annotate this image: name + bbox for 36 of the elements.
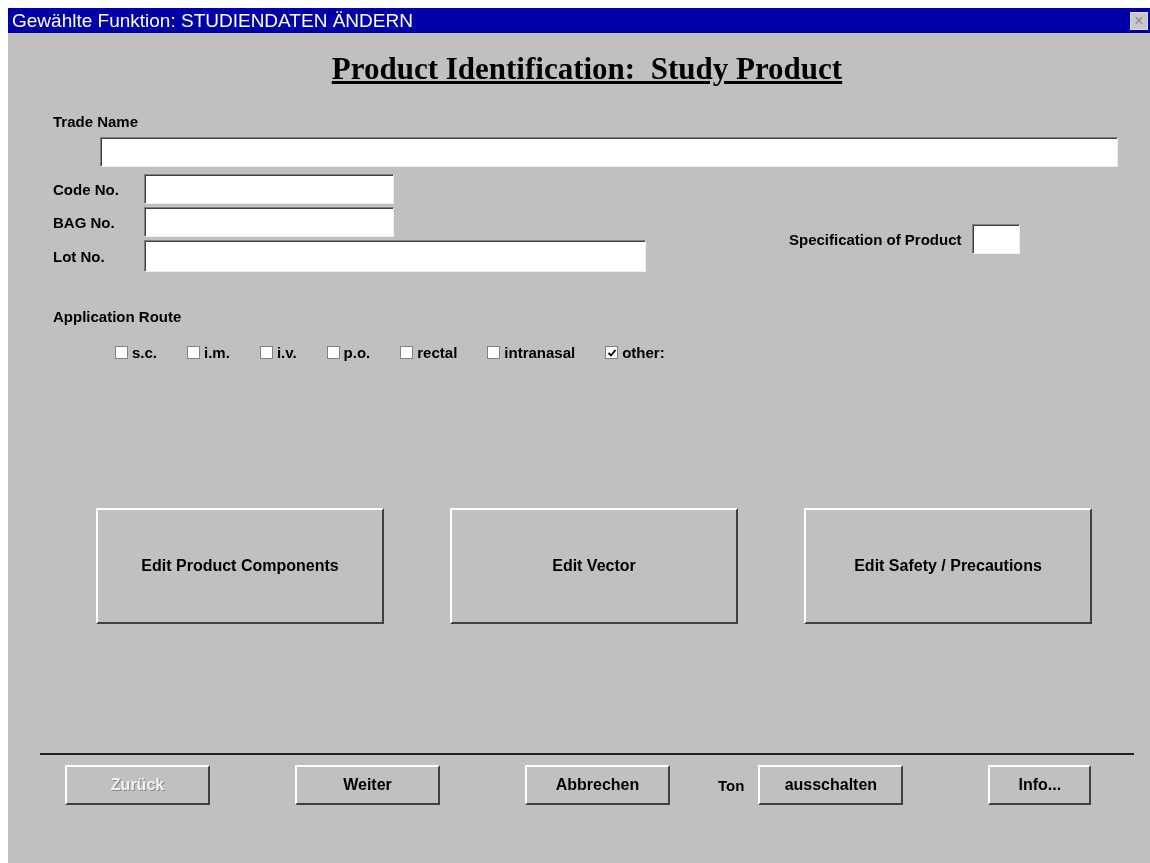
- field-label: Trade Name: [53, 113, 139, 130]
- input-field[interactable]: [144, 174, 394, 204]
- page-heading: Product Identification: Study Product: [330, 51, 844, 87]
- checkbox[interactable]: [605, 346, 619, 359]
- checkbox-label: s.c.: [132, 344, 158, 361]
- checkbox[interactable]: [326, 346, 340, 359]
- input-field[interactable]: [144, 240, 646, 272]
- checkbox-label: intranasal: [504, 344, 576, 361]
- field-label: Lot No.: [53, 247, 106, 265]
- action-button[interactable]: Edit Vector: [450, 508, 738, 624]
- checkbox[interactable]: [187, 346, 201, 359]
- checkbox-label: other:: [622, 344, 665, 361]
- input-field[interactable]: [144, 207, 394, 237]
- window-title: Gewählte Funktion: STUDIENDATEN ÄNDERN: [12, 9, 413, 32]
- checkbox-label: rectal: [417, 344, 458, 361]
- section-label: Application Route: [53, 308, 182, 325]
- checkbox[interactable]: [259, 346, 273, 359]
- field-label: Code No.: [53, 180, 120, 198]
- action-button[interactable]: Edit Safety / Precautions: [804, 508, 1092, 624]
- checkbox-label: i.m.: [204, 344, 230, 361]
- checkbox[interactable]: [115, 346, 128, 359]
- action-button[interactable]: Edit Product Components: [96, 508, 384, 624]
- field-label: Specification of Product: [789, 230, 962, 248]
- specification-field[interactable]: [971, 224, 1020, 254]
- sound-button[interactable]: ausschalten: [758, 765, 904, 805]
- field-label: BAG No.: [53, 213, 116, 231]
- checkbox-label: i.v.: [276, 344, 297, 361]
- trade-name-field[interactable]: [100, 137, 1118, 167]
- checkbox-label: p.o.: [343, 344, 371, 361]
- checkbox[interactable]: [487, 346, 501, 359]
- checkbox[interactable]: [400, 346, 414, 359]
- check-icon: [606, 347, 617, 358]
- nav-button[interactable]: Abbrechen: [525, 765, 670, 805]
- info-button[interactable]: Info...: [988, 765, 1092, 805]
- sound-label: Ton: [718, 776, 745, 794]
- nav-button[interactable]: Weiter: [295, 765, 440, 805]
